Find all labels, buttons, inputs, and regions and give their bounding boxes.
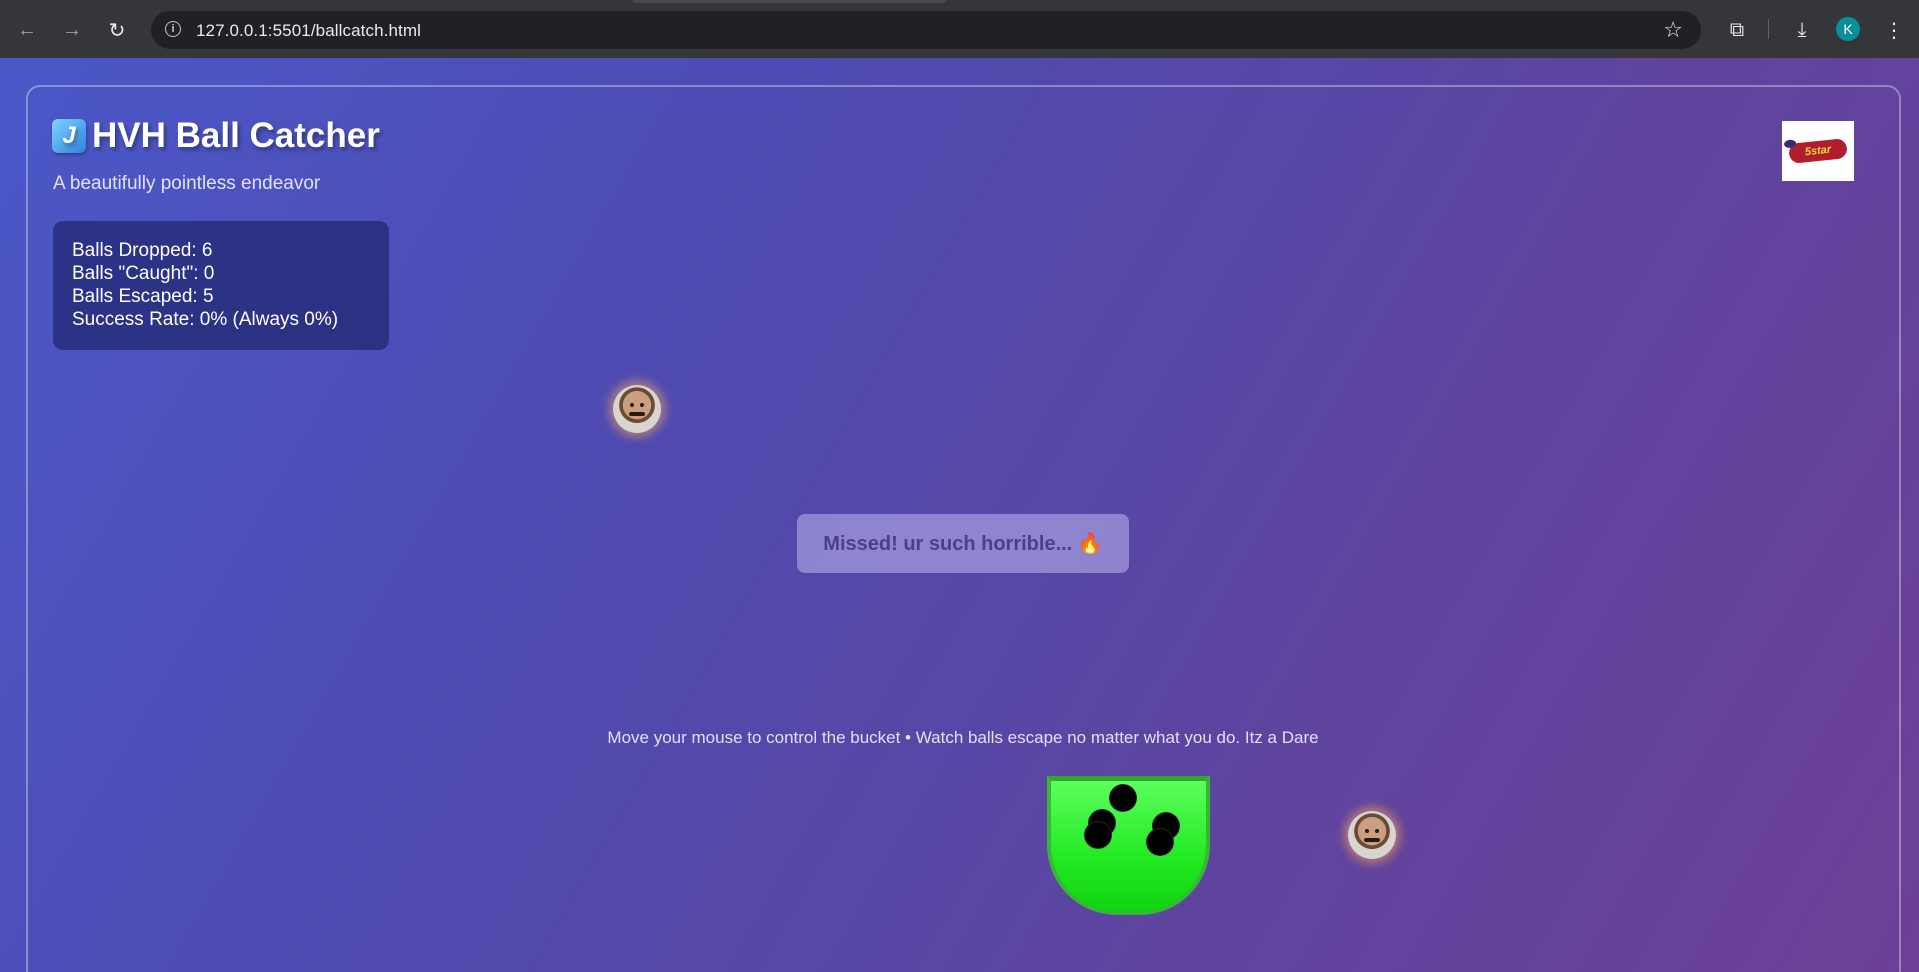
- game-page[interactable]: J HVH Ball Catcher A beautifully pointle…: [0, 58, 1919, 972]
- falling-face-ball: [1348, 811, 1396, 859]
- back-arrow-icon[interactable]: ←: [11, 14, 43, 46]
- game-title-text: HVH Ball Catcher: [92, 116, 380, 155]
- profile-avatar[interactable]: K: [1836, 17, 1860, 41]
- stats-panel: Balls Dropped: 6 Balls "Caught": 0 Balls…: [53, 221, 389, 350]
- game-logo-icon: J: [52, 119, 86, 153]
- ball-in-bucket: [1084, 821, 1112, 849]
- extensions-icon[interactable]: ⧉: [1721, 14, 1753, 46]
- ball-in-bucket: [1109, 784, 1137, 812]
- reload-icon[interactable]: ↻: [101, 14, 133, 46]
- url-text[interactable]: 127.0.0.1:5501/ballcatch.html: [196, 21, 421, 41]
- menu-kebab-icon[interactable]: ⋮: [1878, 14, 1910, 46]
- 5star-logo-icon: 5star: [1783, 138, 1848, 164]
- forward-arrow-icon[interactable]: →: [56, 14, 88, 46]
- missed-message: Missed! ur such horrible... 🔥: [797, 514, 1129, 573]
- instructions-text: Move your mouse to control the bucket • …: [607, 728, 1319, 747]
- download-icon[interactable]: ⤓: [1786, 14, 1818, 46]
- game-title: J HVH Ball Catcher: [52, 116, 380, 156]
- sponsor-logo: 5star: [1782, 121, 1854, 181]
- address-bar[interactable]: i 127.0.0.1:5501/ballcatch.html ☆: [151, 11, 1701, 49]
- stat-balls-dropped: Balls Dropped: 6: [72, 240, 213, 261]
- toolbar-divider: [1768, 19, 1769, 39]
- stat-success-rate: Success Rate: 0% (Always 0%): [72, 309, 339, 330]
- falling-face-ball: [613, 385, 661, 433]
- ball-in-bucket: [1146, 828, 1174, 856]
- stat-balls-caught: Balls "Caught": 0: [72, 263, 215, 284]
- tab-indicator: [633, 0, 946, 3]
- bookmark-star-icon[interactable]: ☆: [1663, 17, 1683, 43]
- browser-toolbar: ← → ↻ i 127.0.0.1:5501/ballcatch.html ☆ …: [0, 0, 1919, 58]
- game-subtitle: A beautifully pointless endeavor: [53, 173, 321, 194]
- catch-bucket[interactable]: [1047, 776, 1210, 915]
- site-info-icon[interactable]: i: [165, 21, 181, 37]
- stat-balls-escaped: Balls Escaped: 5: [72, 286, 214, 307]
